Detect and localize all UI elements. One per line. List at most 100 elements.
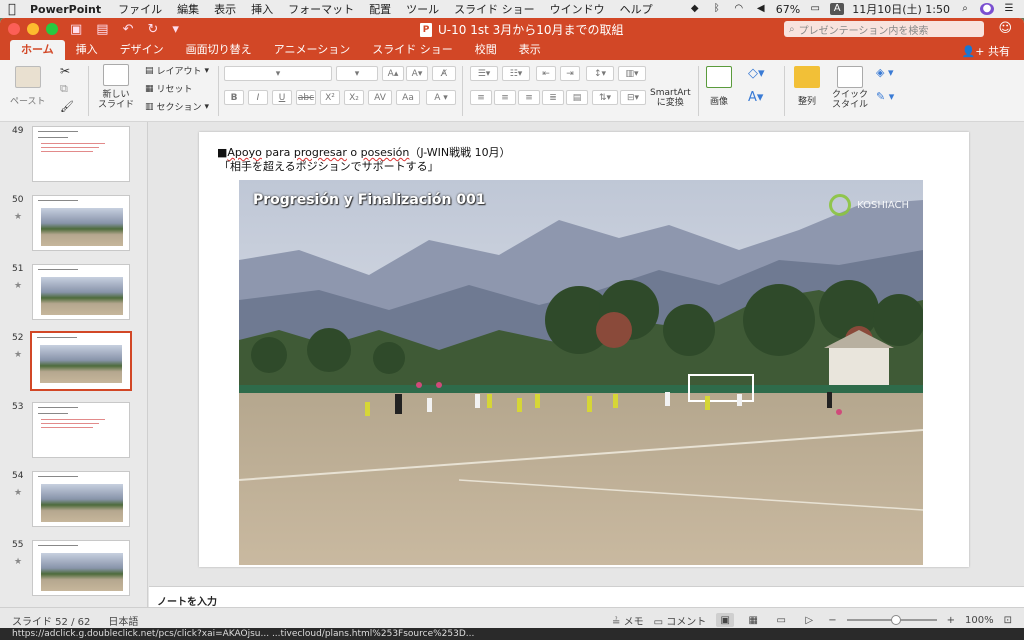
normal-view-icon[interactable]: ▣	[716, 613, 735, 627]
reset-button[interactable]: ▦ リセット	[145, 82, 193, 96]
apple-menu-icon[interactable]: 	[8, 2, 30, 17]
menu-view[interactable]: 表示	[214, 1, 236, 17]
slide-sorter-view-icon[interactable]: ▦	[744, 613, 762, 627]
notes-toggle[interactable]: ≟ メモ	[612, 613, 644, 628]
menu-slideshow[interactable]: スライド ショー	[454, 1, 535, 17]
increase-indent-button[interactable]: ⇥	[560, 66, 580, 81]
tab-transitions[interactable]: 画面切り替え	[175, 40, 263, 60]
menu-format[interactable]: フォーマット	[288, 1, 354, 17]
menu-help[interactable]: ヘルプ	[620, 1, 653, 17]
battery-icon[interactable]: ▭	[808, 3, 822, 15]
layout-button[interactable]: ▤ レイアウト ▾	[145, 64, 209, 78]
redo-icon[interactable]: ↻	[148, 22, 159, 37]
textbox-icon[interactable]: A▾	[748, 90, 763, 105]
tab-insert[interactable]: 挿入	[65, 40, 109, 60]
section-button[interactable]: ▥ セクション ▾	[145, 100, 209, 114]
clear-format-button[interactable]: A̸	[432, 66, 456, 81]
convert-smartart-button[interactable]: SmartArt に変換	[650, 88, 691, 108]
feedback-smiley-icon[interactable]: ☺	[998, 21, 1012, 36]
italic-button[interactable]: I	[248, 90, 268, 105]
reading-view-icon[interactable]: ▭	[772, 613, 790, 627]
tab-slideshow[interactable]: スライド ショー	[361, 40, 464, 60]
shapes-icon[interactable]: ◇▾	[748, 66, 765, 81]
font-family-select[interactable]: ▾	[224, 66, 332, 81]
zoom-window-button[interactable]	[46, 23, 58, 35]
text-direction-button[interactable]: ⇅▾	[592, 90, 618, 105]
soccer-field-photo[interactable]: Progresión y Finalización 001 KOSHIACH	[239, 180, 923, 565]
picture-button[interactable]: 画像	[706, 66, 732, 107]
wifi-icon[interactable]: ◠	[732, 3, 746, 15]
line-spacing-button[interactable]: ↕▾	[586, 66, 614, 81]
shape-fill-icon[interactable]: ◈ ▾	[876, 66, 893, 79]
quick-style-button[interactable]: クイック スタイル	[832, 66, 868, 110]
menu-insert[interactable]: 挿入	[251, 1, 273, 17]
undo-icon[interactable]: ↶	[123, 22, 134, 37]
tab-home[interactable]: ホーム	[10, 40, 65, 60]
fit-to-window-icon[interactable]: ⊡	[1004, 615, 1012, 626]
slide-subtitle[interactable]: 「相手を超えるポジションでサポートする」	[219, 158, 439, 174]
distribute-button[interactable]: ▤	[566, 90, 588, 105]
shape-outline-icon[interactable]: ✎ ▾	[876, 90, 894, 103]
spotlight-icon[interactable]: ⌕	[958, 3, 972, 15]
close-window-button[interactable]	[8, 23, 20, 35]
subscript-button[interactable]: X₂	[344, 90, 364, 105]
decrease-indent-button[interactable]: ⇤	[536, 66, 556, 81]
menu-arrange[interactable]: 配置	[369, 1, 391, 17]
notes-field[interactable]: ノートを入力	[149, 586, 1024, 608]
underline-button[interactable]: U	[272, 90, 292, 105]
tab-design[interactable]: デザイン	[109, 40, 175, 60]
notification-center-icon[interactable]: ☰	[1002, 3, 1016, 15]
font-size-select[interactable]: ▾	[336, 66, 378, 81]
slideshow-view-icon[interactable]: ▷	[800, 613, 818, 627]
volume-icon[interactable]: ◀	[754, 3, 768, 15]
language-indicator[interactable]: 日本語	[108, 613, 138, 628]
align-text-button[interactable]: ⊟▾	[620, 90, 646, 105]
font-color-button[interactable]: A ▾	[426, 90, 456, 105]
sidebar-toggle-icon[interactable]: ▣	[70, 22, 82, 37]
tab-animations[interactable]: アニメーション	[263, 40, 362, 60]
current-slide[interactable]: ■Apoyo para progresar o posesión（J-WIN戦戦…	[199, 132, 969, 567]
change-case-button[interactable]: Aa	[396, 90, 420, 105]
zoom-slider[interactable]	[846, 615, 937, 625]
share-button[interactable]: 👤+ 共有	[962, 43, 1010, 59]
numbering-button[interactable]: ☷▾	[502, 66, 530, 81]
menu-tools[interactable]: ツール	[406, 1, 439, 17]
tab-view[interactable]: 表示	[508, 40, 552, 60]
align-right-button[interactable]: ≡	[518, 90, 540, 105]
dropbox-icon[interactable]: ◆	[688, 3, 702, 15]
superscript-button[interactable]: X²	[320, 90, 340, 105]
input-source-icon[interactable]: A	[830, 3, 845, 15]
tab-review[interactable]: 校閲	[464, 40, 508, 60]
zoom-level[interactable]: 100%	[965, 615, 994, 626]
format-painter-icon[interactable]: 🖌	[60, 100, 74, 113]
comments-toggle[interactable]: ▭ コメント	[654, 613, 707, 628]
copy-icon[interactable]: ⧉	[60, 82, 68, 96]
shrink-font-button[interactable]: A▾	[406, 66, 428, 81]
align-center-button[interactable]: ≡	[494, 90, 516, 105]
arrange-button[interactable]: 整列	[794, 66, 820, 107]
menu-edit[interactable]: 編集	[177, 1, 199, 17]
char-spacing-button[interactable]: AV	[368, 90, 392, 105]
app-menu[interactable]: PowerPoint	[30, 3, 101, 16]
menu-window[interactable]: ウインドウ	[550, 1, 605, 17]
slide-thumbnail-pane[interactable]: 49 50 ★ 51 ★ 52 ★ 53 54 ★ 55 ★	[0, 122, 148, 607]
align-left-button[interactable]: ≡	[470, 90, 492, 105]
bold-button[interactable]: B	[224, 90, 244, 105]
siri-icon[interactable]: ●	[980, 3, 994, 15]
save-icon[interactable]: ▤	[96, 22, 108, 37]
strikethrough-button[interactable]: abc	[296, 90, 316, 105]
grow-font-button[interactable]: A▴	[382, 66, 404, 81]
bluetooth-icon[interactable]: ᛒ	[710, 3, 724, 15]
columns-button[interactable]: ▥▾	[618, 66, 646, 81]
zoom-out-icon[interactable]: −	[828, 615, 836, 626]
justify-button[interactable]: ≣	[542, 90, 564, 105]
cut-icon[interactable]: ✂	[60, 64, 70, 78]
zoom-in-icon[interactable]: +	[947, 615, 955, 626]
customize-toolbar-icon[interactable]: ▾	[172, 22, 179, 37]
zoom-slider-knob[interactable]	[891, 615, 902, 625]
bullets-button[interactable]: ☰▾	[470, 66, 498, 81]
paste-button[interactable]: ペースト	[10, 66, 46, 107]
search-input[interactable]: ⌕ プレゼンテーション内を検索	[784, 21, 984, 37]
datetime[interactable]: 11月10日(土) 1:50	[852, 1, 950, 17]
new-slide-button[interactable]: 新しい スライド	[98, 64, 134, 110]
